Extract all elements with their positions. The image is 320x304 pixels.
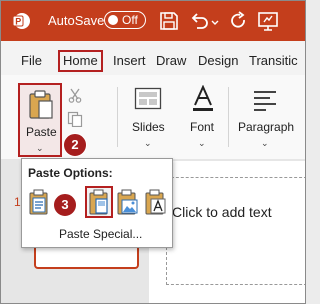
presenter-icon[interactable] xyxy=(257,10,279,32)
svg-text:P: P xyxy=(15,17,21,27)
picture-icon xyxy=(117,189,138,215)
save-icon[interactable] xyxy=(159,10,179,32)
cut-icon[interactable] xyxy=(68,87,82,103)
paste-options-title: Paste Options: xyxy=(28,166,113,180)
tab-transitions[interactable]: Transitic xyxy=(249,53,298,69)
powerpoint-logo-icon[interactable]: P xyxy=(11,11,31,31)
paragraph-icon[interactable] xyxy=(252,89,278,113)
keep-source-formatting-icon xyxy=(89,189,108,215)
group-separator xyxy=(117,87,118,147)
step-badge-3: 3 xyxy=(53,193,77,217)
autosave-state: Off xyxy=(122,13,138,27)
keep-text-only-icon xyxy=(145,189,166,215)
copy-icon[interactable] xyxy=(67,111,83,127)
new-slide-icon[interactable] xyxy=(134,87,162,111)
paste-option-use-destination-theme[interactable] xyxy=(27,188,51,216)
tab-design[interactable]: Design xyxy=(198,53,238,69)
paste-special-item[interactable]: Paste Special... xyxy=(59,227,142,241)
autosave-toggle[interactable]: Off xyxy=(104,11,146,29)
tab-home[interactable]: Home xyxy=(58,50,103,72)
paste-options-menu: Paste Options: Paste Special... xyxy=(21,158,173,248)
paste-dropdown-chevron-icon: ⌄ xyxy=(36,143,44,153)
redo-icon[interactable] xyxy=(229,10,249,32)
slide-thumbnail-number: 1 xyxy=(14,195,21,209)
use-destination-theme-icon xyxy=(29,189,48,215)
paste-option-keep-source-formatting[interactable] xyxy=(85,186,113,218)
font-label[interactable]: Font xyxy=(190,120,214,134)
step-badge-2: 2 xyxy=(63,133,87,157)
paragraph-label[interactable]: Paragraph xyxy=(238,120,294,134)
paste-option-keep-text-only[interactable] xyxy=(143,188,167,216)
undo-dropdown-icon[interactable] xyxy=(210,10,220,32)
toggle-knob xyxy=(108,14,118,25)
group-separator xyxy=(228,87,229,147)
slides-dropdown-chevron-icon[interactable]: ⌄ xyxy=(144,138,152,148)
placeholder-text[interactable]: Click to add text xyxy=(172,204,272,220)
undo-icon[interactable] xyxy=(189,10,209,32)
tab-file[interactable]: File xyxy=(21,53,42,69)
tab-insert[interactable]: Insert xyxy=(113,53,146,69)
tab-draw[interactable]: Draw xyxy=(156,53,186,69)
font-dropdown-chevron-icon[interactable]: ⌄ xyxy=(198,138,206,148)
autosave-label: AutoSave xyxy=(48,13,105,28)
ribbon-tabs: File Home Insert Draw Design Transitic xyxy=(1,41,305,75)
clipboard-icon xyxy=(29,90,53,119)
powerpoint-window: P AutoSave Off File Home Insert Draw Des… xyxy=(0,0,306,304)
font-icon[interactable] xyxy=(191,85,215,113)
text-placeholder[interactable] xyxy=(166,177,305,285)
paste-option-picture[interactable] xyxy=(115,188,139,216)
title-bar: P AutoSave Off xyxy=(1,1,305,41)
slides-label[interactable]: Slides xyxy=(132,120,165,134)
paste-label: Paste xyxy=(26,125,57,139)
paragraph-dropdown-chevron-icon[interactable]: ⌄ xyxy=(261,138,269,148)
paste-button[interactable]: Paste ⌄ xyxy=(18,83,62,157)
